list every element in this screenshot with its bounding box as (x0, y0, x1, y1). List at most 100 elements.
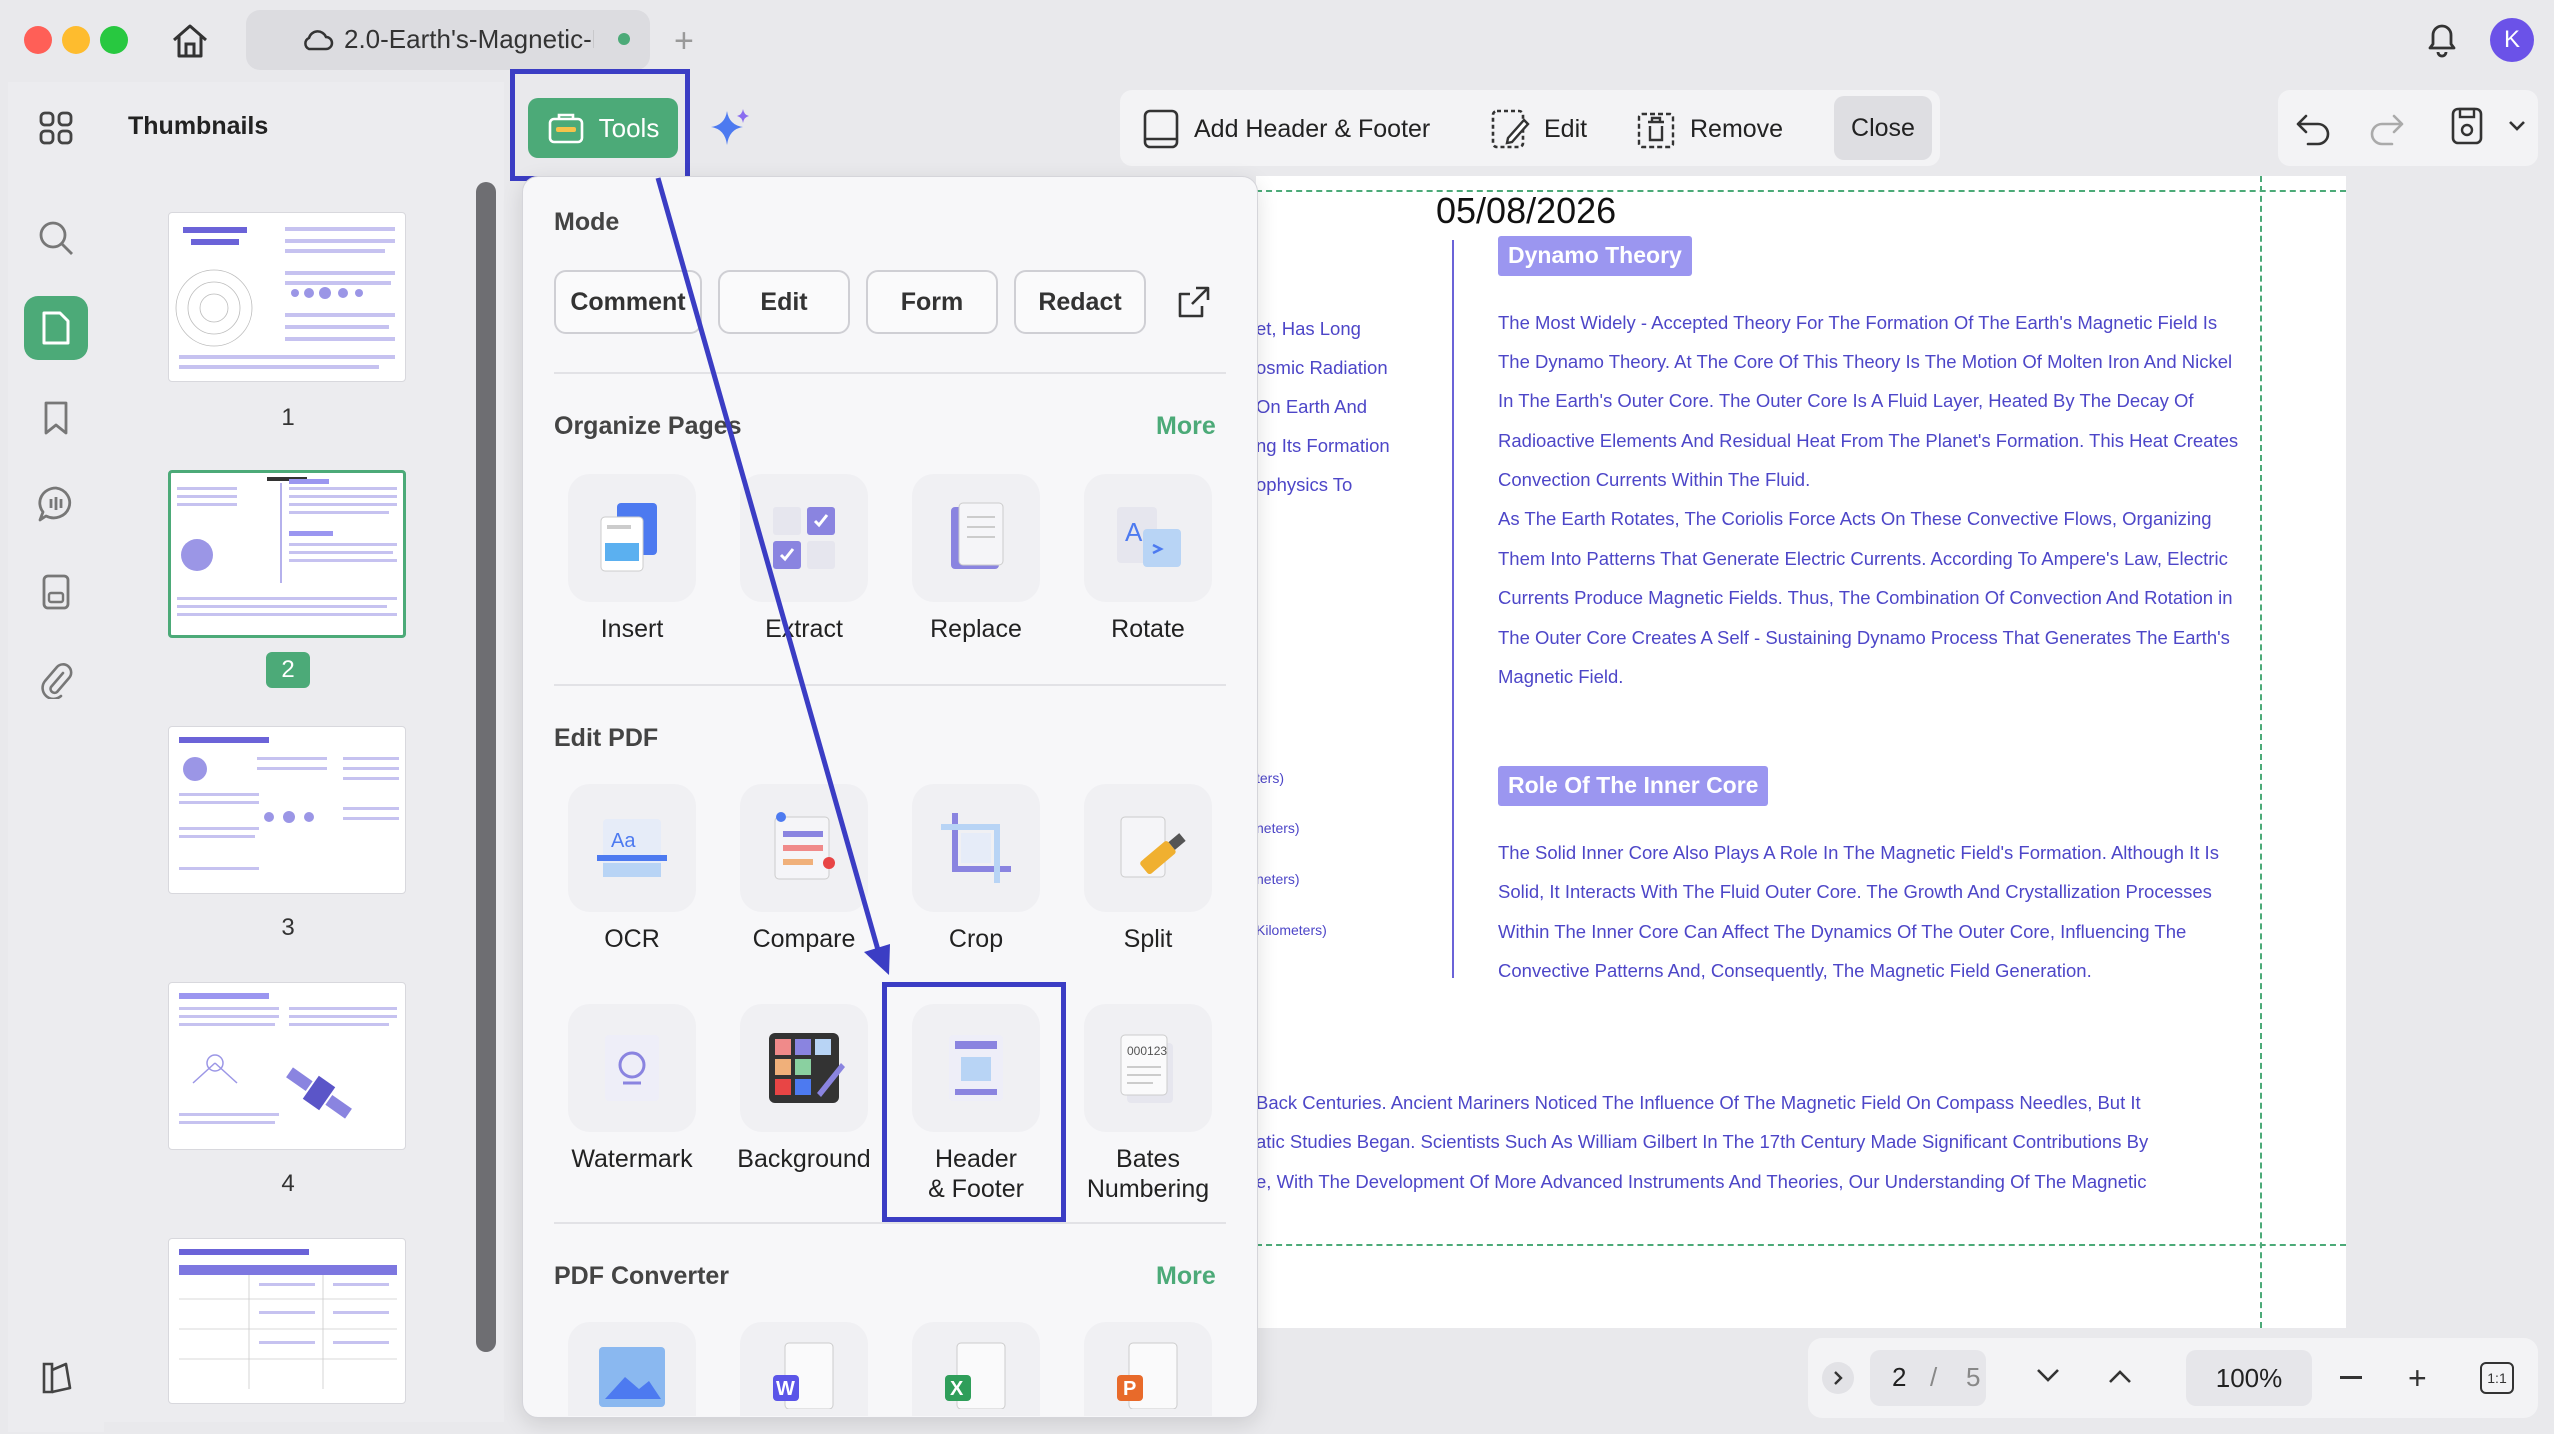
replace-pages-icon (951, 502, 1004, 569)
right-margin-guide (2260, 176, 2262, 1328)
svg-text:W: W (776, 1378, 795, 1400)
crop-tool-tile[interactable] (912, 784, 1040, 912)
previous-page-icon[interactable] (2106, 1366, 2134, 1391)
column-divider (1452, 240, 1454, 978)
page-thumbnail-4[interactable] (168, 982, 406, 1150)
converter-more-link[interactable]: More (1156, 1262, 1216, 1291)
chevron-right-icon[interactable] (1822, 1362, 1854, 1394)
page-thumbnail-2[interactable] (168, 470, 406, 638)
divider-1 (554, 372, 1226, 374)
to-image-icon (599, 1347, 665, 1407)
to-image-tool-tile[interactable] (568, 1322, 696, 1416)
organize-more-link[interactable]: More (1156, 412, 1216, 441)
home-icon[interactable] (168, 20, 212, 60)
split-icon (1120, 816, 1186, 878)
to-powerpoint-tool-tile[interactable]: P (1084, 1322, 1212, 1416)
user-avatar[interactable]: K (2490, 18, 2534, 62)
page-number-2-badge: 2 (266, 652, 310, 688)
bottom-line-1: Back Centuries. Ancient Mariners Noticed… (1256, 1092, 2141, 1113)
edit-header-footer-button[interactable]: Edit (1490, 104, 1587, 154)
minimize-window-button[interactable] (62, 26, 90, 54)
background-label: Background (737, 1145, 871, 1173)
attachment-icon[interactable] (24, 648, 88, 712)
compare-tool-tile[interactable] (740, 784, 868, 912)
replace-tool-tile[interactable] (912, 474, 1040, 602)
para1-line-7: Them Into Patterns That Generate Electri… (1498, 548, 2228, 569)
ai-assistant-button[interactable] (696, 98, 764, 158)
zoom-level[interactable]: 100% (2186, 1350, 2312, 1406)
redo-icon[interactable] (2366, 110, 2406, 151)
add-header-footer-button[interactable]: Add Header & Footer (1142, 104, 1430, 154)
doc-left-small-4: Kilometers) (1256, 922, 1327, 938)
doc-left-line-3: On Earth And (1256, 396, 1368, 417)
comment-list-icon[interactable] (24, 472, 88, 536)
actual-size-icon[interactable]: 1:1 (2480, 1362, 2514, 1394)
form-fields-icon[interactable] (24, 560, 88, 624)
para2-line-2: Solid, It Interacts With The Fluid Outer… (1498, 881, 2212, 902)
ocr-tool-tile[interactable]: Aa (568, 784, 696, 912)
para1-line-4: Radioactive Elements And Residual Heat F… (1498, 430, 2239, 451)
zoom-in-icon[interactable]: + (2408, 1362, 2427, 1394)
bates-numbering-tool-tile[interactable]: 000123 (1084, 1004, 1212, 1132)
undo-icon[interactable] (2294, 110, 2334, 151)
zoom-window-button[interactable] (100, 26, 128, 54)
rotate-tool-tile[interactable]: A (1084, 474, 1212, 602)
doc-left-small-2: neters) (1256, 820, 1300, 836)
mode-redact-button[interactable]: Redact (1014, 270, 1146, 334)
thumbnails-scrollbar[interactable] (476, 182, 496, 1352)
search-icon[interactable] (24, 206, 88, 270)
para1-line-10: Magnetic Field. (1498, 666, 1624, 687)
word-icon: W (773, 1342, 834, 1409)
extract-pages-icon (773, 507, 835, 569)
para1-line-5: Convection Currents Within The Fluid. (1498, 469, 1811, 490)
replace-label: Replace (930, 615, 1022, 643)
split-label: Split (1123, 925, 1173, 953)
document-page (1256, 176, 2346, 1328)
bookmark-icon[interactable] (24, 386, 88, 450)
para2-line-3: Within The Inner Core Can Affect The Dyn… (1498, 921, 2187, 942)
insert-tool-tile[interactable] (568, 474, 696, 602)
to-excel-tool-tile[interactable]: X (912, 1322, 1040, 1416)
organize-section-title: Organize Pages (554, 412, 742, 440)
insert-label: Insert (600, 615, 664, 643)
mode-edit-button[interactable]: Edit (718, 270, 850, 334)
zoom-out-icon[interactable] (2340, 1376, 2362, 1379)
background-tool-tile[interactable] (740, 1004, 868, 1132)
watermark-tool-tile[interactable] (568, 1004, 696, 1132)
apps-grid-icon[interactable] (24, 96, 88, 160)
edit-pdf-section-title: Edit PDF (554, 724, 659, 752)
page-thumbnail-1[interactable] (168, 212, 406, 382)
mode-form-button[interactable]: Form (866, 270, 998, 334)
excel-icon: X (945, 1342, 1006, 1409)
extract-tool-tile[interactable] (740, 474, 868, 602)
cloud-icon (300, 26, 334, 57)
mode-comment-button[interactable]: Comment (554, 270, 702, 334)
remove-header-footer-button[interactable]: Remove (1636, 104, 1783, 154)
to-word-tool-tile[interactable]: W (740, 1322, 868, 1416)
page-separator: / (1930, 1362, 1938, 1392)
save-icon[interactable] (2450, 106, 2484, 151)
close-window-button[interactable] (24, 26, 52, 54)
para1-line-1: The Most Widely - Accepted Theory For Th… (1498, 312, 2218, 333)
close-header-footer-button[interactable]: Close (1834, 96, 1932, 160)
svg-text:000123: 000123 (1127, 1044, 1167, 1058)
bell-icon[interactable] (2424, 18, 2460, 65)
page-thumbnail-5[interactable] (168, 1238, 406, 1404)
header-date-text[interactable]: 05/08/2026 (1436, 190, 1616, 232)
doc-left-line-4: ng Its Formation (1256, 435, 1390, 456)
rotate-pages-icon: A (1117, 507, 1181, 567)
new-tab-button[interactable]: + (674, 22, 694, 61)
next-page-icon[interactable] (2034, 1366, 2062, 1391)
add-header-footer-label: Add Header & Footer (1194, 114, 1431, 143)
thumbnails-page-icon[interactable] (24, 296, 88, 360)
doc-left-line-1: et, Has Long (1256, 318, 1361, 339)
split-tool-tile[interactable] (1084, 784, 1212, 912)
crop-label: Crop (948, 925, 1004, 953)
chevron-down-icon[interactable] (2506, 118, 2528, 139)
sidebar-toggle-icon[interactable] (24, 1346, 88, 1410)
thumbnails-title: Thumbnails (128, 112, 269, 140)
open-external-icon[interactable] (1174, 282, 1214, 327)
rotate-label: Rotate (1111, 615, 1185, 643)
current-page: 2 (1892, 1362, 1907, 1392)
page-thumbnail-3[interactable] (168, 726, 406, 894)
